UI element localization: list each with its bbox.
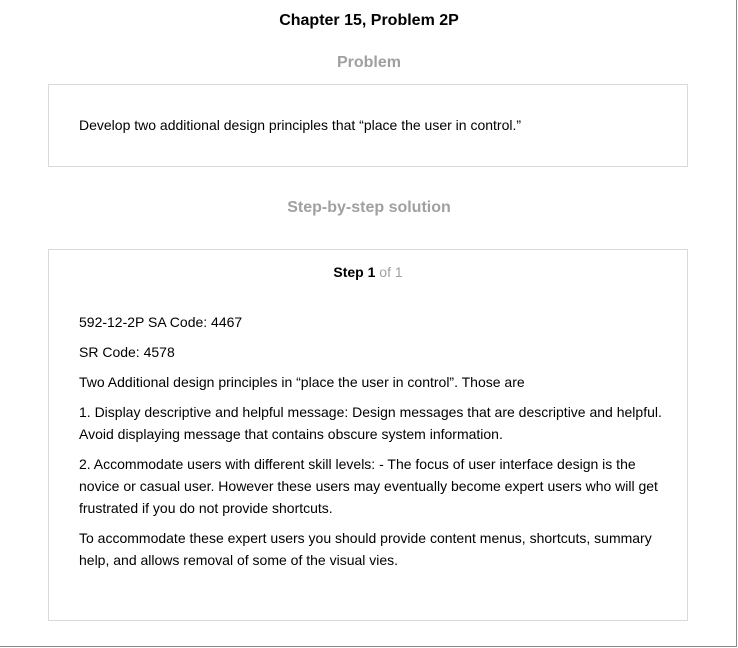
solution-paragraph: 2. Accommodate users with different skil…	[79, 456, 658, 516]
problem-text: Develop two additional design principles…	[79, 117, 522, 133]
problem-box: Develop two additional design principles…	[48, 84, 688, 167]
solution-paragraph: SR Code: 4578	[79, 344, 175, 360]
step-of-total: of 1	[379, 264, 403, 280]
step-label: Step 1 of 1	[49, 263, 687, 281]
step-word: Step	[333, 264, 364, 280]
problem-heading: Problem	[336, 54, 401, 71]
solution-body: 592-12-2P SA Code: 4467 SR Code: 4578 Tw…	[79, 311, 664, 579]
solution-heading: Step-by-step solution	[287, 199, 451, 216]
solution-paragraph: 1. Display descriptive and helpful messa…	[79, 404, 662, 442]
chapter-title: Chapter 15, Problem 2P	[279, 12, 459, 29]
solution-paragraph: 592-12-2P SA Code: 4467	[79, 314, 243, 330]
solution-paragraph: Two Additional design principles in “pla…	[79, 374, 525, 390]
solution-paragraph: To accommodate these expert users you sh…	[79, 530, 652, 568]
solution-box: Step 1 of 1 592-12-2P SA Code: 4467 SR C…	[48, 249, 688, 621]
step-number: 1	[367, 264, 376, 280]
